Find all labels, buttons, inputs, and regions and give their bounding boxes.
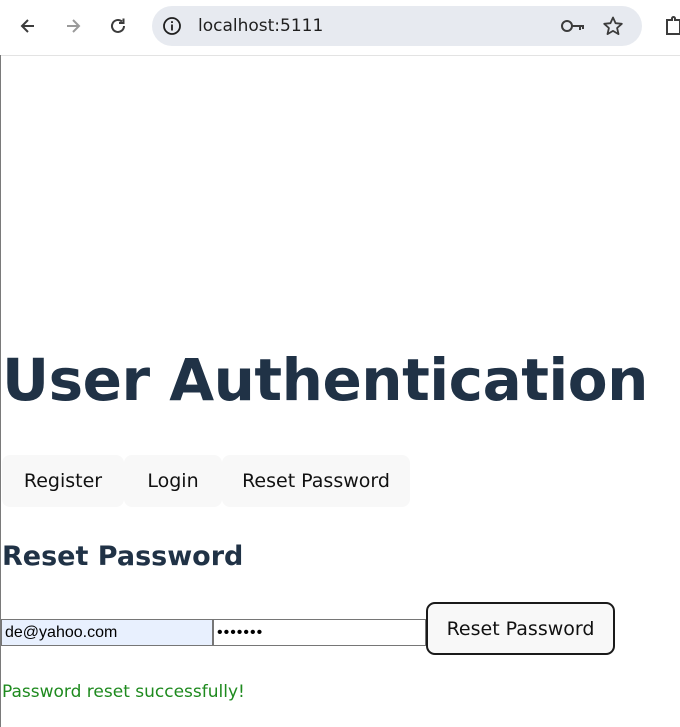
forward-arrow-icon	[67, 19, 81, 33]
forward-button[interactable]	[59, 12, 87, 40]
auth-tabs: Register Login Reset Password	[2, 455, 410, 507]
extensions-icon[interactable]	[664, 16, 680, 36]
reload-button[interactable]	[104, 12, 132, 40]
back-button[interactable]	[14, 12, 42, 40]
browser-toolbar: localhost:5111	[0, 0, 680, 56]
site-info-icon[interactable]	[162, 16, 182, 36]
reset-password-button[interactable]: Reset Password	[426, 602, 615, 655]
password-field[interactable]: •••••••	[213, 619, 426, 646]
back-arrow-icon	[20, 19, 34, 33]
tab-register[interactable]: Register	[2, 455, 124, 507]
status-message: Password reset successfully!	[2, 682, 245, 702]
url-text: localhost:5111	[198, 16, 324, 36]
tab-login[interactable]: Login	[124, 455, 222, 507]
reload-icon	[111, 18, 125, 33]
form-heading: Reset Password	[2, 541, 244, 572]
tab-reset-password[interactable]: Reset Password	[222, 455, 410, 507]
bookmark-star-icon[interactable]	[602, 15, 624, 37]
page-title: User Authentication	[2, 346, 648, 414]
email-field[interactable]: de@yahoo.com	[1, 619, 213, 646]
password-key-icon[interactable]	[560, 16, 586, 36]
address-bar[interactable]: localhost:5111	[152, 6, 642, 46]
